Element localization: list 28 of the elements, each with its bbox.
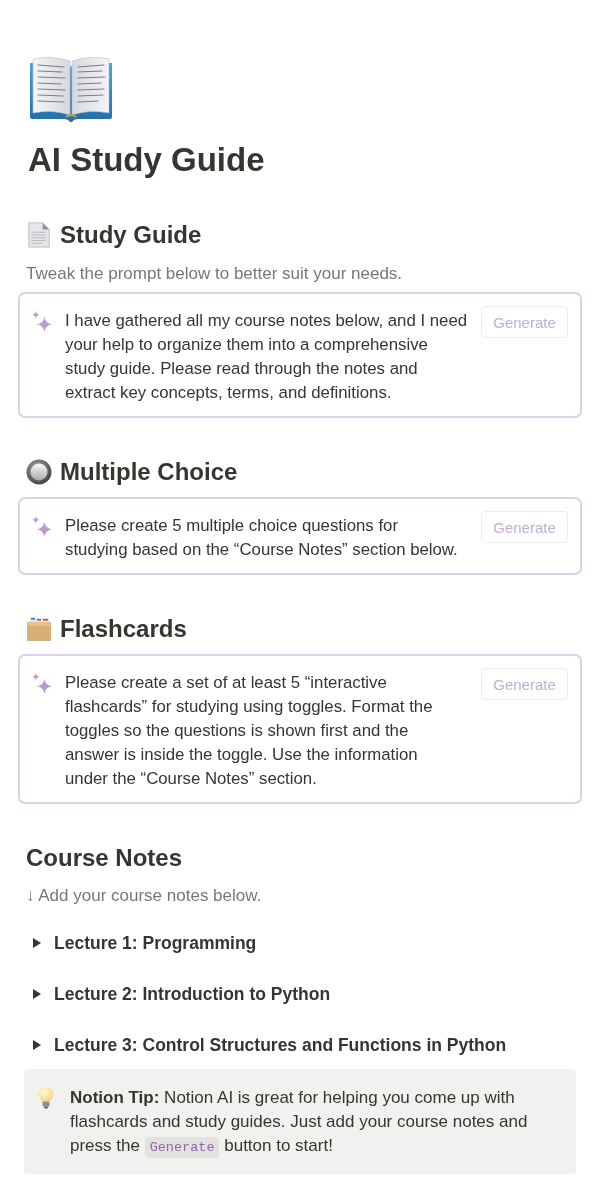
sparkle-icon bbox=[32, 311, 53, 332]
prompt-text: Please create a set of at least 5 “interactive flashcards” for studying using toggles. Format the toggles so the questions is shown first and the answer is inside the toggle. Use the information under the “Course Notes” section. bbox=[65, 672, 434, 790]
toggle-caret-icon[interactable] bbox=[33, 938, 41, 948]
card-file-box-icon bbox=[26, 616, 52, 642]
light-bulb-icon bbox=[38, 1087, 54, 1109]
section-heading: Study Guide bbox=[60, 220, 202, 250]
section-heading: Multiple Choice bbox=[60, 457, 238, 487]
prompt-text: I have gathered all my course notes below, and I need your help to organize them into a comprehensive study guide. Please read through the notes and extract key concepts, terms, and definitions. bbox=[65, 310, 469, 404]
section-heading: Course Notes bbox=[26, 843, 184, 873]
generate-button[interactable]: Generate bbox=[481, 306, 568, 338]
section-description: ↓ Add your course notes below. bbox=[26, 885, 263, 907]
radio-button-icon bbox=[26, 459, 52, 485]
open-book-icon bbox=[28, 55, 114, 123]
toggle-heading: Lecture 1: Programming bbox=[54, 932, 257, 955]
generate-button[interactable]: Generate bbox=[481, 668, 568, 700]
toggle-heading: Lecture 2: Introduction to Python bbox=[54, 983, 331, 1006]
generate-button[interactable]: Generate bbox=[481, 511, 568, 543]
toggle-caret-icon[interactable] bbox=[33, 1040, 41, 1050]
prompt-text: Please create 5 multiple choice questions for studying based on the “Course Notes” section below. bbox=[65, 515, 459, 561]
sparkle-icon bbox=[32, 673, 53, 694]
section-heading: Flashcards bbox=[60, 614, 187, 644]
toggle-heading: Lecture 3: Control Structures and Functions in Python bbox=[54, 1034, 507, 1057]
toggle-caret-icon[interactable] bbox=[33, 989, 41, 999]
document-icon bbox=[26, 222, 52, 248]
page-title: AI Study Guide bbox=[28, 140, 266, 180]
tip-text: Notion Tip: Notion AI is great for helping you come up with flashcards and study guides. Just add your course notes and press the Generate button to start! bbox=[70, 1086, 546, 1160]
section-description: Tweak the prompt below to better suit your needs. bbox=[26, 263, 404, 285]
sparkle-icon bbox=[32, 516, 53, 537]
